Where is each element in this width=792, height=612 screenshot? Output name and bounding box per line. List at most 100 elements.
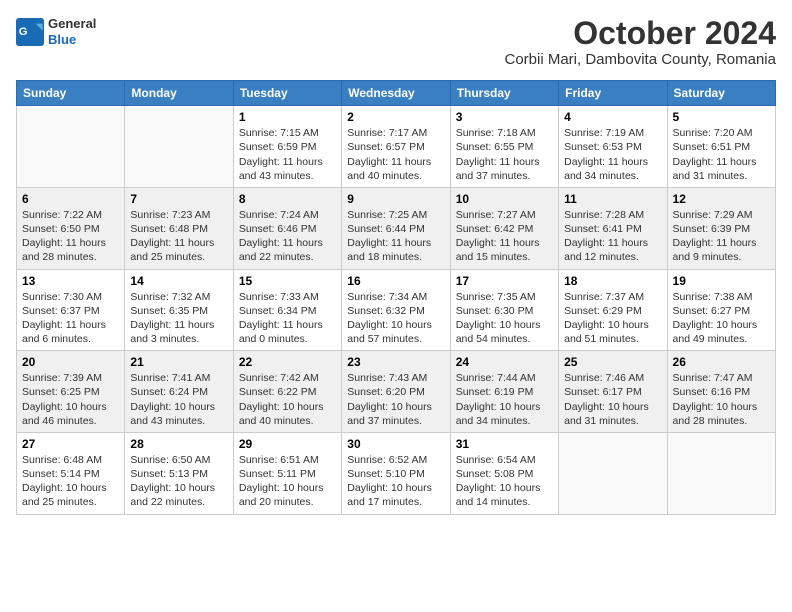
calendar-week-row: 6 Sunrise: 7:22 AM Sunset: 6:50 PM Daylig… — [17, 187, 776, 269]
day-number: 31 — [456, 437, 553, 451]
day-number: 6 — [22, 192, 119, 206]
day-number: 27 — [22, 437, 119, 451]
calendar-cell: 9 Sunrise: 7:25 AM Sunset: 6:44 PM Daylig… — [342, 187, 450, 269]
calendar-cell: 6 Sunrise: 7:22 AM Sunset: 6:50 PM Daylig… — [17, 187, 125, 269]
day-info: Sunrise: 7:30 AM Sunset: 6:37 PM Dayligh… — [22, 290, 119, 347]
day-info: Sunrise: 7:32 AM Sunset: 6:35 PM Dayligh… — [130, 290, 227, 347]
calendar-cell — [559, 432, 667, 514]
calendar-cell: 5 Sunrise: 7:20 AM Sunset: 6:51 PM Daylig… — [667, 106, 775, 188]
day-info: Sunrise: 7:43 AM Sunset: 6:20 PM Dayligh… — [347, 371, 444, 428]
logo-text: General Blue — [48, 16, 96, 47]
weekday-header: Wednesday — [342, 81, 450, 106]
day-info: Sunrise: 6:50 AM Sunset: 5:13 PM Dayligh… — [130, 453, 227, 510]
weekday-header: Saturday — [667, 81, 775, 106]
day-info: Sunrise: 7:17 AM Sunset: 6:57 PM Dayligh… — [347, 126, 444, 183]
calendar-cell: 26 Sunrise: 7:47 AM Sunset: 6:16 PM Dayli… — [667, 351, 775, 433]
calendar-cell: 28 Sunrise: 6:50 AM Sunset: 5:13 PM Dayli… — [125, 432, 233, 514]
day-number: 1 — [239, 110, 336, 124]
day-info: Sunrise: 7:28 AM Sunset: 6:41 PM Dayligh… — [564, 208, 661, 265]
calendar-cell: 3Sunrise: 7:18 AM Sunset: 6:55 PM Daylig… — [450, 106, 558, 188]
calendar-cell — [125, 106, 233, 188]
day-info: Sunrise: 7:22 AM Sunset: 6:50 PM Dayligh… — [22, 208, 119, 265]
day-number: 9 — [347, 192, 444, 206]
weekday-header: Sunday — [17, 81, 125, 106]
day-number: 16 — [347, 274, 444, 288]
day-number: 3 — [456, 110, 553, 124]
calendar-cell: 2 Sunrise: 7:17 AM Sunset: 6:57 PM Daylig… — [342, 106, 450, 188]
day-number: 12 — [673, 192, 770, 206]
calendar-header-row: SundayMondayTuesdayWednesdayThursdayFrid… — [17, 81, 776, 106]
calendar-cell: 12 Sunrise: 7:29 AM Sunset: 6:39 PM Dayli… — [667, 187, 775, 269]
calendar-cell: 7Sunrise: 7:23 AM Sunset: 6:48 PM Daylig… — [125, 187, 233, 269]
calendar-cell: 31 Sunrise: 6:54 AM Sunset: 5:08 PM Dayli… — [450, 432, 558, 514]
day-number: 17 — [456, 274, 553, 288]
day-number: 21 — [130, 355, 227, 369]
calendar-cell: 14Sunrise: 7:32 AM Sunset: 6:35 PM Dayli… — [125, 269, 233, 351]
logo-icon: G — [16, 18, 44, 46]
month-title: October 2024 — [505, 16, 777, 51]
day-number: 8 — [239, 192, 336, 206]
day-info: Sunrise: 7:38 AM Sunset: 6:27 PM Dayligh… — [673, 290, 770, 347]
calendar-cell: 20 Sunrise: 7:39 AM Sunset: 6:25 PM Dayli… — [17, 351, 125, 433]
day-number: 25 — [564, 355, 661, 369]
page-header: G General Blue October 2024 Corbii Mari,… — [16, 16, 776, 68]
day-number: 26 — [673, 355, 770, 369]
calendar-cell: 13 Sunrise: 7:30 AM Sunset: 6:37 PM Dayli… — [17, 269, 125, 351]
calendar-cell: 15Sunrise: 7:33 AM Sunset: 6:34 PM Dayli… — [233, 269, 341, 351]
day-number: 15 — [239, 274, 336, 288]
day-info: Sunrise: 7:20 AM Sunset: 6:51 PM Dayligh… — [673, 126, 770, 183]
day-number: 13 — [22, 274, 119, 288]
day-number: 23 — [347, 355, 444, 369]
day-number: 24 — [456, 355, 553, 369]
day-number: 28 — [130, 437, 227, 451]
day-info: Sunrise: 7:39 AM Sunset: 6:25 PM Dayligh… — [22, 371, 119, 428]
day-info: Sunrise: 6:54 AM Sunset: 5:08 PM Dayligh… — [456, 453, 553, 510]
day-info: Sunrise: 7:27 AM Sunset: 6:42 PM Dayligh… — [456, 208, 553, 265]
day-info: Sunrise: 7:47 AM Sunset: 6:16 PM Dayligh… — [673, 371, 770, 428]
location-title: Corbii Mari, Dambovita County, Romania — [505, 51, 777, 68]
calendar-cell: 18Sunrise: 7:37 AM Sunset: 6:29 PM Dayli… — [559, 269, 667, 351]
day-info: Sunrise: 7:44 AM Sunset: 6:19 PM Dayligh… — [456, 371, 553, 428]
day-info: Sunrise: 6:48 AM Sunset: 5:14 PM Dayligh… — [22, 453, 119, 510]
day-number: 30 — [347, 437, 444, 451]
day-info: Sunrise: 7:25 AM Sunset: 6:44 PM Dayligh… — [347, 208, 444, 265]
weekday-header: Tuesday — [233, 81, 341, 106]
day-info: Sunrise: 7:19 AM Sunset: 6:53 PM Dayligh… — [564, 126, 661, 183]
title-section: October 2024 Corbii Mari, Dambovita Coun… — [505, 16, 777, 68]
day-number: 2 — [347, 110, 444, 124]
calendar-cell — [17, 106, 125, 188]
weekday-header: Friday — [559, 81, 667, 106]
calendar-cell: 29 Sunrise: 6:51 AM Sunset: 5:11 PM Dayli… — [233, 432, 341, 514]
logo: G General Blue — [16, 16, 96, 47]
calendar-cell: 23 Sunrise: 7:43 AM Sunset: 6:20 PM Dayli… — [342, 351, 450, 433]
calendar-cell: 22Sunrise: 7:42 AM Sunset: 6:22 PM Dayli… — [233, 351, 341, 433]
day-info: Sunrise: 7:46 AM Sunset: 6:17 PM Dayligh… — [564, 371, 661, 428]
day-info: Sunrise: 7:29 AM Sunset: 6:39 PM Dayligh… — [673, 208, 770, 265]
calendar-cell: 21Sunrise: 7:41 AM Sunset: 6:24 PM Dayli… — [125, 351, 233, 433]
day-info: Sunrise: 7:35 AM Sunset: 6:30 PM Dayligh… — [456, 290, 553, 347]
day-info: Sunrise: 6:51 AM Sunset: 5:11 PM Dayligh… — [239, 453, 336, 510]
weekday-header: Monday — [125, 81, 233, 106]
day-number: 11 — [564, 192, 661, 206]
day-info: Sunrise: 7:42 AM Sunset: 6:22 PM Dayligh… — [239, 371, 336, 428]
day-info: Sunrise: 7:37 AM Sunset: 6:29 PM Dayligh… — [564, 290, 661, 347]
calendar-table: SundayMondayTuesdayWednesdayThursdayFrid… — [16, 80, 776, 514]
calendar-cell: 17 Sunrise: 7:35 AM Sunset: 6:30 PM Dayli… — [450, 269, 558, 351]
day-number: 4 — [564, 110, 661, 124]
logo-general: General — [48, 16, 96, 32]
day-number: 5 — [673, 110, 770, 124]
calendar-week-row: 1 Sunrise: 7:15 AM Sunset: 6:59 PM Daylig… — [17, 106, 776, 188]
calendar-week-row: 27 Sunrise: 6:48 AM Sunset: 5:14 PM Dayli… — [17, 432, 776, 514]
calendar-cell: 11 Sunrise: 7:28 AM Sunset: 6:41 PM Dayli… — [559, 187, 667, 269]
calendar-cell: 24 Sunrise: 7:44 AM Sunset: 6:19 PM Dayli… — [450, 351, 558, 433]
day-number: 20 — [22, 355, 119, 369]
day-info: Sunrise: 7:23 AM Sunset: 6:48 PM Dayligh… — [130, 208, 227, 265]
calendar-cell: 19 Sunrise: 7:38 AM Sunset: 6:27 PM Dayli… — [667, 269, 775, 351]
day-info: Sunrise: 7:15 AM Sunset: 6:59 PM Dayligh… — [239, 126, 336, 183]
calendar-cell: 30Sunrise: 6:52 AM Sunset: 5:10 PM Dayli… — [342, 432, 450, 514]
calendar-cell: 4 Sunrise: 7:19 AM Sunset: 6:53 PM Daylig… — [559, 106, 667, 188]
day-info: Sunrise: 7:24 AM Sunset: 6:46 PM Dayligh… — [239, 208, 336, 265]
day-number: 19 — [673, 274, 770, 288]
day-number: 29 — [239, 437, 336, 451]
calendar-cell: 8 Sunrise: 7:24 AM Sunset: 6:46 PM Daylig… — [233, 187, 341, 269]
